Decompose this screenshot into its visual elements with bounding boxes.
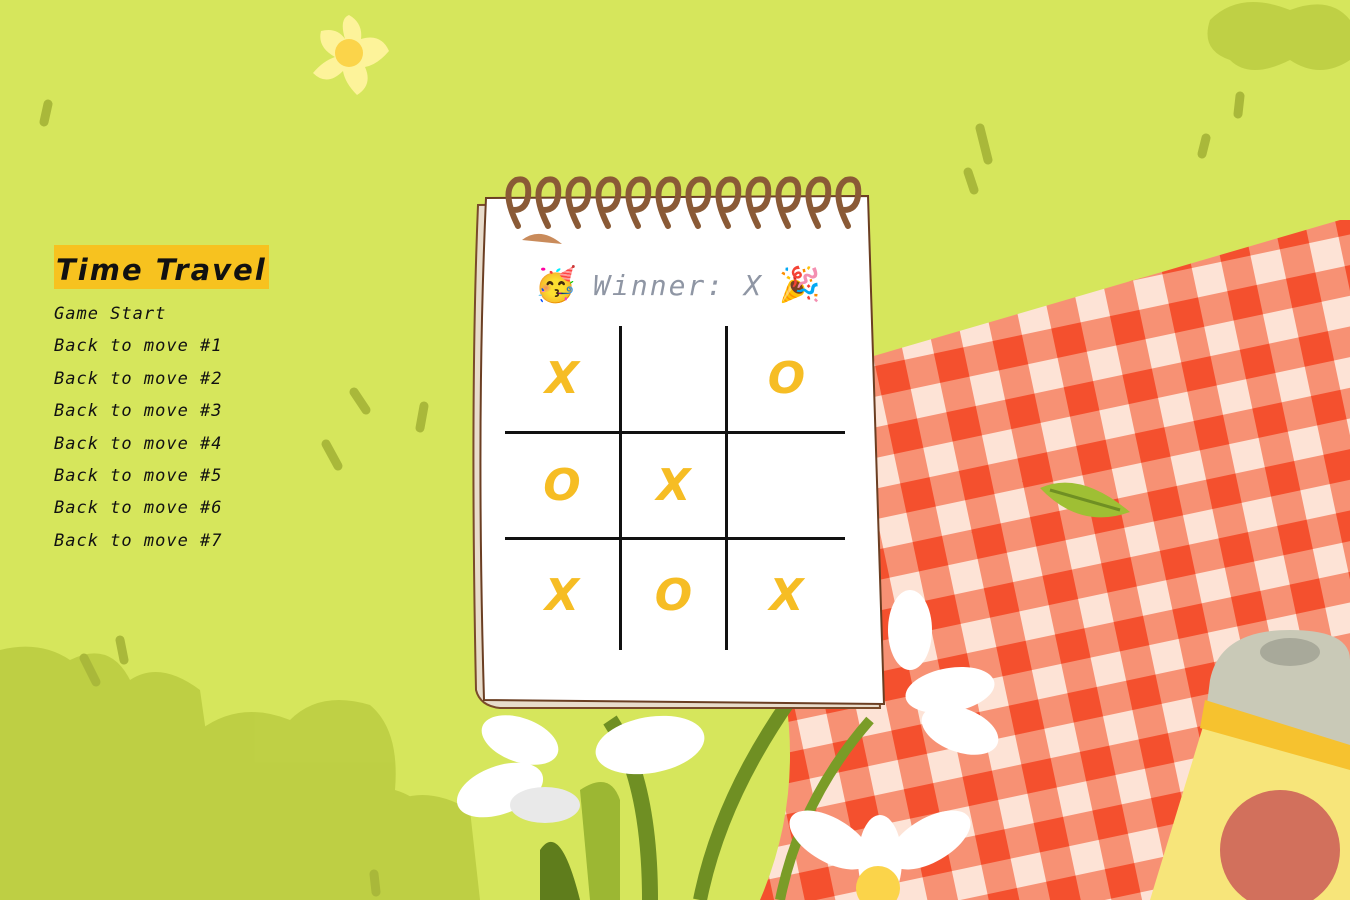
tic-tac-toe-board: X O O X X O X [505, 326, 845, 650]
history-item-move-7[interactable]: Back to move #7 [54, 530, 269, 562]
party-popper-icon: 🎉 [778, 265, 822, 305]
board-cell-4[interactable]: X [622, 434, 728, 540]
board-cell-7[interactable]: O [622, 540, 728, 650]
party-face-icon: 🥳 [534, 265, 578, 305]
history-item-move-6[interactable]: Back to move #6 [54, 497, 269, 529]
time-travel-panel: Time Travel Game Start Back to move #1 B… [54, 245, 269, 562]
history-item-move-3[interactable]: Back to move #3 [54, 400, 269, 432]
board-cell-6[interactable]: X [505, 540, 622, 650]
history-item-move-2[interactable]: Back to move #2 [54, 368, 269, 400]
history-item-move-1[interactable]: Back to move #1 [54, 335, 269, 367]
board-cell-3[interactable]: O [505, 434, 622, 540]
board-cell-0[interactable]: X [505, 326, 622, 434]
board-cell-8[interactable]: X [728, 540, 845, 650]
winner-text: Winner: X [593, 268, 763, 302]
board-cell-1[interactable] [622, 326, 728, 434]
game-status: 🥳 Winner: X 🎉 [523, 258, 833, 312]
history-item-game-start[interactable]: Game Start [54, 303, 269, 335]
board-cell-2[interactable]: O [728, 326, 845, 434]
time-travel-title: Time Travel [54, 245, 269, 289]
move-history-list: Game Start Back to move #1 Back to move … [54, 303, 269, 562]
history-item-move-4[interactable]: Back to move #4 [54, 433, 269, 465]
history-item-move-5[interactable]: Back to move #5 [54, 465, 269, 497]
board-cell-5[interactable] [728, 434, 845, 540]
